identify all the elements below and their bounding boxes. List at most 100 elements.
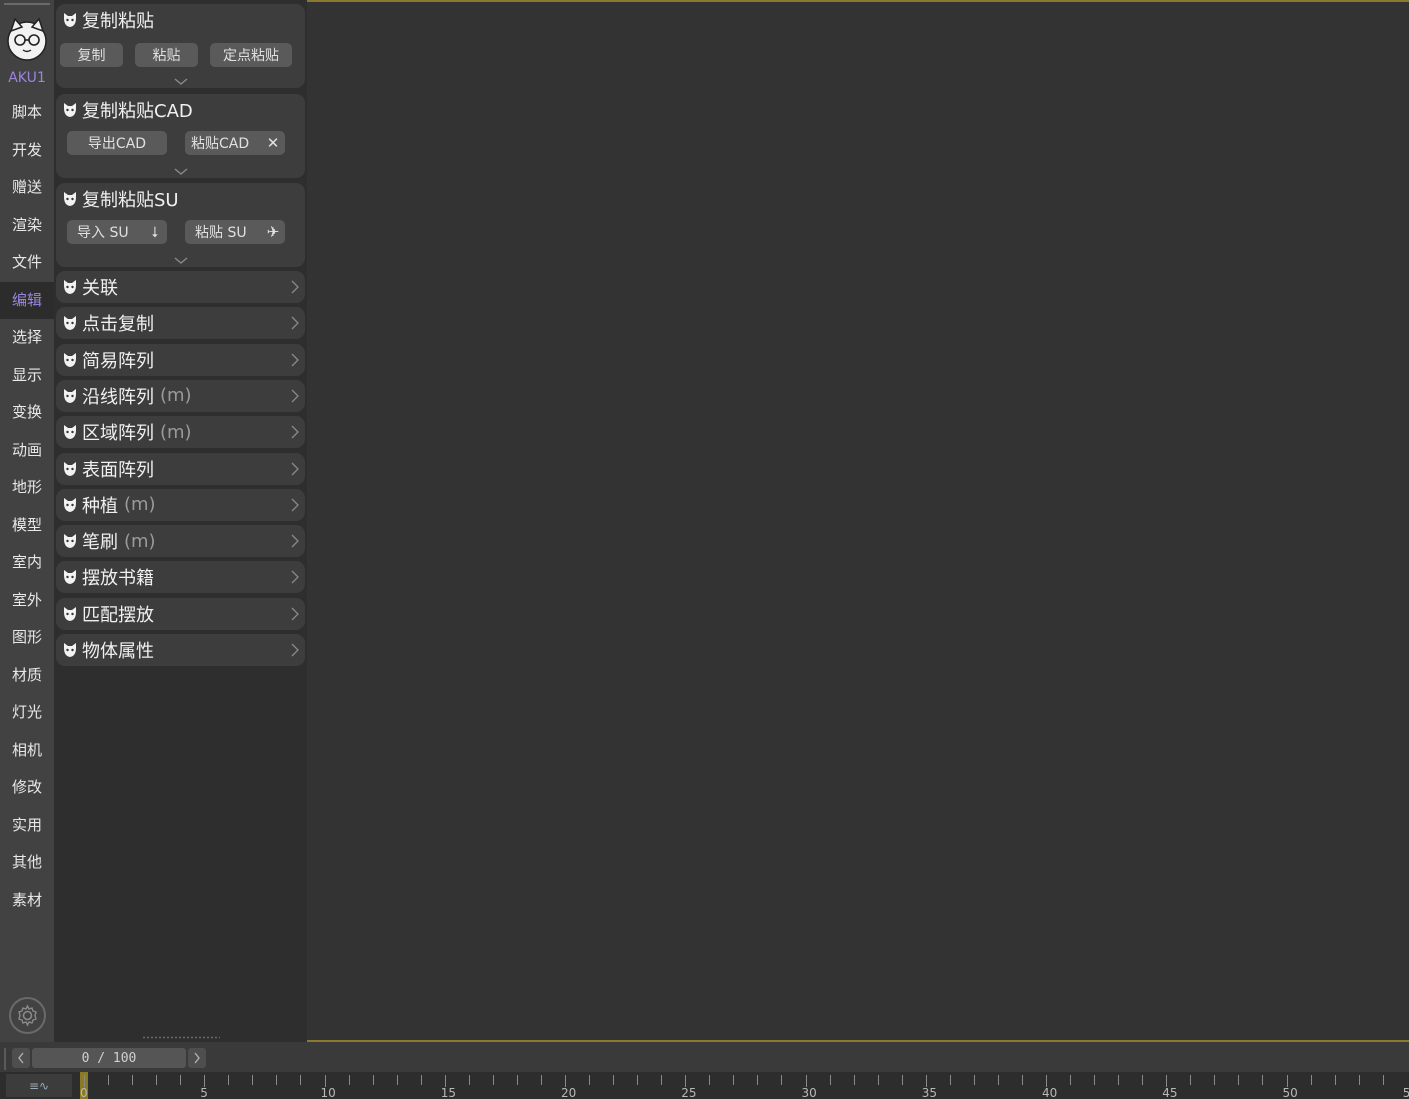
ruler-tick xyxy=(637,1075,639,1085)
ruler-label: 5 xyxy=(200,1086,208,1099)
tool-row-suffix: (m) xyxy=(124,530,156,552)
cat-head-icon xyxy=(62,102,78,118)
ruler-tick xyxy=(901,1075,903,1085)
sidebar-item[interactable]: 选择 xyxy=(0,319,54,357)
tool-row[interactable]: 种植 (m) xyxy=(56,488,305,521)
sidebar-item[interactable]: 材质 xyxy=(0,657,54,695)
tool-row[interactable]: 表面阵列 xyxy=(56,452,305,485)
tool-row[interactable]: 区域阵列 (m) xyxy=(56,416,305,449)
tool-row[interactable]: 点击复制 xyxy=(56,307,305,340)
tool-row[interactable]: 关联 xyxy=(56,271,305,303)
ruler-tick xyxy=(661,1075,663,1085)
chevron-left-icon xyxy=(18,1052,24,1064)
sidebar-item[interactable]: 文件 xyxy=(0,244,54,282)
brand-label: AKU1 xyxy=(8,70,46,86)
ruler-tick xyxy=(108,1075,110,1085)
prev-frame-button[interactable] xyxy=(12,1048,30,1068)
category-list: 脚本 开发 赠送 渲染 文件 编辑 选择 显示 变换 动画 地形 模型 室内 室外 图形 材质 灯光 相机 修改 实用… xyxy=(0,94,54,919)
ruler-tick xyxy=(1310,1075,1312,1085)
ruler-tick xyxy=(180,1075,182,1085)
sidebar-item[interactable]: 室内 xyxy=(0,544,54,582)
sidebar-item[interactable]: 其他 xyxy=(0,844,54,882)
tool-row-suffix: (m) xyxy=(160,385,192,407)
section-title: 复制粘贴SU xyxy=(82,190,179,211)
paste-cad-button[interactable]: 粘贴CAD ✕ xyxy=(185,131,285,155)
tool-row-suffix: (m) xyxy=(124,494,156,516)
cat-head-icon xyxy=(62,352,78,368)
ruler-label: 10 xyxy=(320,1086,336,1099)
ruler-tick xyxy=(276,1075,278,1085)
tool-row[interactable]: 摆放书籍 xyxy=(56,561,305,594)
cat-head-icon xyxy=(62,191,78,207)
sidebar-item[interactable]: 相机 xyxy=(0,732,54,770)
chevron-right-icon xyxy=(291,570,299,584)
sidebar-item[interactable]: 室外 xyxy=(0,582,54,620)
ruler-tick xyxy=(877,1075,879,1085)
sidebar-item[interactable]: 脚本 xyxy=(0,94,54,132)
ruler-label: 50 xyxy=(1282,1086,1298,1099)
cat-logo-icon[interactable] xyxy=(7,17,47,61)
copy-button[interactable]: 复制 xyxy=(60,43,123,67)
ruler-tick xyxy=(1262,1075,1264,1085)
resize-grip[interactable] xyxy=(142,1036,220,1039)
ruler-label: 45 xyxy=(1162,1086,1178,1099)
next-frame-button[interactable] xyxy=(188,1048,206,1068)
section-header[interactable]: 复制粘贴CAD xyxy=(62,94,299,126)
paste-su-button[interactable]: 粘贴 SU ✈ xyxy=(185,220,285,244)
ruler-tick xyxy=(1142,1075,1144,1085)
tool-row-label: 物体属性 xyxy=(82,641,154,662)
section-header[interactable]: 复制粘贴SU xyxy=(62,183,299,215)
ruler-tick xyxy=(468,1075,470,1085)
close-icon: ✕ xyxy=(266,134,280,152)
timeline-ruler[interactable]: 0 5 10 15 20 25 30 35 40 45 50 55 xyxy=(80,1072,1409,1099)
tool-row-label: 匹配摆放 xyxy=(82,604,154,626)
chevron-down-icon[interactable] xyxy=(174,78,188,86)
ruler-tick xyxy=(300,1075,302,1085)
curve-editor-button[interactable]: ≡∿ xyxy=(6,1074,72,1097)
sidebar-item[interactable]: 素材 xyxy=(0,882,54,920)
chevron-right-icon xyxy=(291,389,299,403)
section-header[interactable]: 复制粘贴 xyxy=(62,4,299,36)
chevron-down-icon[interactable] xyxy=(174,257,188,265)
sidebar-item[interactable]: 编辑 xyxy=(0,281,54,319)
sidebar-item[interactable]: 模型 xyxy=(0,507,54,545)
settings-gear-icon[interactable] xyxy=(9,997,46,1034)
tool-row[interactable]: 沿线阵列 (m) xyxy=(56,379,305,412)
sidebar-item[interactable]: 开发 xyxy=(0,132,54,170)
tool-row[interactable]: 笔刷 (m) xyxy=(56,525,305,558)
point-paste-button[interactable]: 定点粘贴 xyxy=(210,43,292,67)
sidebar-item[interactable]: 图形 xyxy=(0,619,54,657)
section-copy-paste: 复制粘贴 复制 粘贴 定点粘贴 xyxy=(56,4,305,88)
ruler-tick xyxy=(1334,1075,1336,1085)
chevron-right-icon xyxy=(291,316,299,330)
tool-row[interactable]: 简易阵列 xyxy=(56,343,305,376)
ruler-tick xyxy=(973,1075,975,1085)
ruler-tick xyxy=(853,1075,855,1085)
sidebar-item[interactable]: 修改 xyxy=(0,769,54,807)
cat-head-icon xyxy=(62,642,78,658)
frame-counter[interactable]: 0 / 100 xyxy=(32,1048,186,1068)
sidebar-item[interactable]: 灯光 xyxy=(0,694,54,732)
chevron-down-icon[interactable] xyxy=(174,168,188,176)
export-cad-button[interactable]: 导出CAD xyxy=(67,131,167,155)
sidebar-item[interactable]: 实用 xyxy=(0,807,54,845)
cat-head-icon xyxy=(62,12,78,28)
paste-su-label: 粘贴 SU xyxy=(195,225,247,241)
ruler-label: 40 xyxy=(1042,1086,1058,1099)
sidebar-item[interactable]: 显示 xyxy=(0,357,54,395)
sidebar-item[interactable]: 地形 xyxy=(0,469,54,507)
sidebar-item[interactable]: 动画 xyxy=(0,432,54,470)
tool-row[interactable]: 匹配摆放 xyxy=(56,597,305,630)
chevron-right-icon xyxy=(291,425,299,439)
sidebar-item[interactable]: 赠送 xyxy=(0,169,54,207)
tool-row[interactable]: 物体属性 xyxy=(56,634,305,666)
viewport[interactable] xyxy=(307,0,1409,1042)
tool-row-label: 简易阵列 xyxy=(82,350,154,372)
tool-row-label: 种植 xyxy=(82,495,118,517)
paste-button[interactable]: 粘贴 xyxy=(135,43,198,67)
import-su-button[interactable]: 导入 SU ⭣ xyxy=(67,220,167,244)
sidebar-item[interactable]: 变换 xyxy=(0,394,54,432)
sidebar-item[interactable]: 渲染 xyxy=(0,207,54,245)
ruler-label: 15 xyxy=(440,1086,457,1099)
tool-row-label: 关联 xyxy=(82,278,118,299)
